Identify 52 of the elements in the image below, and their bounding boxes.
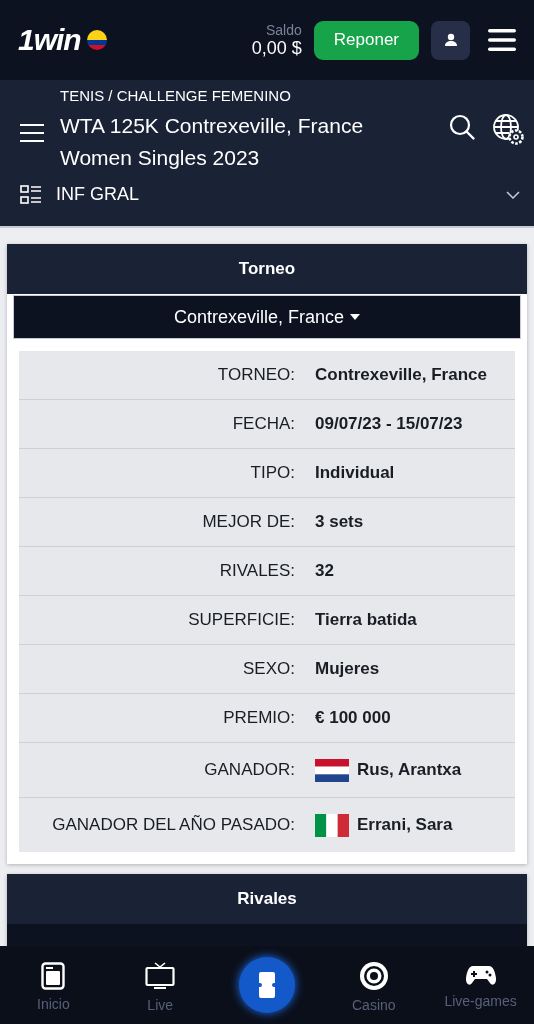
balance-amount: 0,00 $: [251, 37, 302, 59]
row-value: 09/07/23 - 15/07/23: [315, 414, 463, 434]
row-label: GANADOR DEL AÑO PASADO:: [51, 815, 296, 835]
row-label: GANADOR:: [203, 760, 296, 780]
balance-label: Saldo: [265, 21, 302, 38]
profile-button[interactable]: [431, 20, 470, 60]
nav-tab[interactable]: Live-games: [444, 965, 517, 1009]
event-title: WTA 125K Contrexeville, France Women Singles 2023: [60, 113, 365, 171]
section-label[interactable]: INF GRAL: [56, 184, 492, 205]
logo[interactable]: 1win: [18, 23, 81, 57]
tournament-dropdown[interactable]: Contrexeville, France: [13, 295, 521, 339]
gamepad-icon: [465, 965, 496, 987]
row-value: Contrexeville, France: [315, 365, 487, 385]
caret-icon: [350, 314, 361, 320]
row-value: Individual: [315, 463, 395, 483]
nav-tab[interactable]: Inicio: [37, 962, 70, 1012]
row-label: RIVALES:: [218, 561, 296, 581]
row-label: SEXO:: [242, 659, 296, 679]
row-value: Errani, Sara: [357, 815, 453, 835]
menu-icon[interactable]: [20, 123, 44, 142]
row-value: € 100 000: [315, 708, 391, 728]
row-value: 32: [315, 561, 334, 581]
menu-icon[interactable]: [488, 28, 516, 52]
row-value: 3 sets: [315, 512, 364, 532]
flag-icon: [86, 30, 107, 50]
row-value: Mujeres: [315, 659, 380, 679]
row-value: Rus, Arantxa: [357, 760, 462, 780]
row-value: Tierra batida: [315, 610, 417, 630]
row-label: TIPO:: [249, 463, 296, 483]
globe-gear-icon[interactable]: [492, 113, 524, 145]
row-label: MEJOR DE:: [201, 512, 296, 532]
ticket-icon: [259, 972, 275, 998]
nav-tab[interactable]: Casino: [352, 961, 396, 1013]
search-icon[interactable]: [448, 113, 476, 141]
user-icon: [442, 32, 459, 48]
deposit-button[interactable]: Reponer: [313, 20, 419, 60]
row-label: PREMIO:: [222, 708, 296, 728]
row-label: SUPERFICIE:: [187, 610, 296, 630]
bet-slip-button[interactable]: [239, 957, 295, 1013]
row-label: TORNEO:: [216, 365, 296, 385]
casino-chip-icon: [358, 961, 389, 991]
breadcrumb[interactable]: TENIS / CHALLENGE FEMENINO: [60, 87, 291, 104]
info-grid-icon: [20, 184, 42, 205]
flag-icon: [315, 813, 349, 837]
row-label: FECHA:: [231, 414, 296, 434]
panel-icon: [41, 962, 66, 990]
card-title: Torneo: [7, 244, 527, 294]
flag-icon: [315, 758, 349, 782]
chevron-down-icon[interactable]: [506, 190, 520, 199]
nav-tab[interactable]: Live: [145, 961, 176, 1013]
card-title: Rivales: [7, 874, 527, 924]
tv-icon: [145, 961, 176, 991]
